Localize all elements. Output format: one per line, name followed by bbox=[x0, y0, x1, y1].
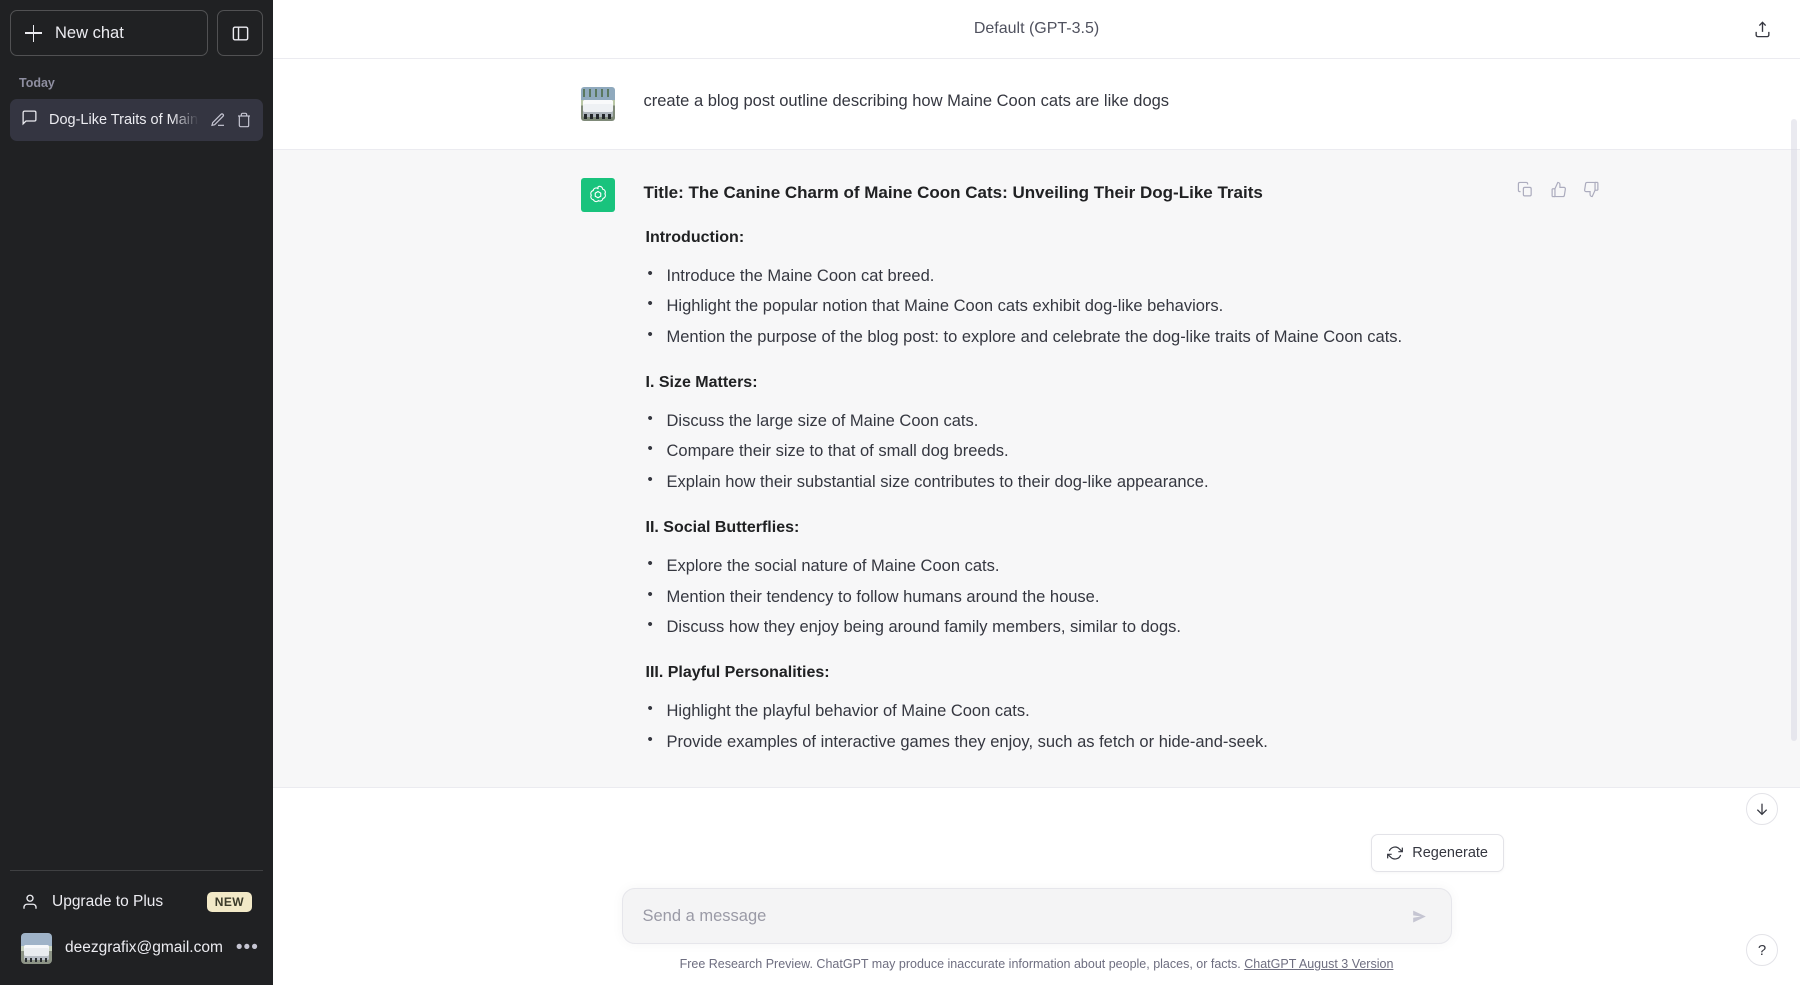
share-upload-icon bbox=[1753, 20, 1772, 39]
person-icon bbox=[21, 893, 39, 911]
assistant-bullet-list: Introduce the Maine Coon cat breed. Highl… bbox=[644, 263, 1493, 351]
sidebar-collapse-icon bbox=[231, 24, 250, 43]
assistant-bullet-item: Mention the purpose of the blog post: to… bbox=[644, 324, 1493, 351]
share-button[interactable] bbox=[1746, 13, 1778, 45]
message-body: Title: The Canine Charm of Maine Coon Ca… bbox=[644, 178, 1493, 759]
model-selector-label[interactable]: Default (GPT-3.5) bbox=[974, 20, 1099, 38]
upgrade-label: Upgrade to Plus bbox=[52, 893, 194, 911]
sidebar-top-controls: New chat bbox=[10, 10, 263, 56]
help-label: ? bbox=[1758, 942, 1766, 959]
assistant-title: Title: The Canine Charm of Maine Coon Ca… bbox=[644, 180, 1493, 206]
new-badge: NEW bbox=[207, 892, 252, 912]
disclaimer-text: Free Research Preview. ChatGPT may produ… bbox=[680, 957, 1241, 971]
assistant-bullet-item: Discuss how they enjoy being around fami… bbox=[644, 614, 1493, 641]
assistant-bullet-item: Highlight the playful behavior of Maine … bbox=[644, 698, 1493, 725]
sidebar-footer: Upgrade to Plus NEW deezgrafix@gmail.com… bbox=[10, 870, 263, 985]
message-row-user: create a blog post outline describing ho… bbox=[273, 59, 1800, 149]
message-row-assistant: Title: The Canine Charm of Maine Coon Ca… bbox=[273, 149, 1800, 788]
assistant-section-heading: II. Social Butterflies: bbox=[644, 519, 1493, 537]
chat-item-actions bbox=[210, 112, 252, 128]
top-bar: Default (GPT-3.5) bbox=[273, 0, 1800, 59]
account-row[interactable]: deezgrafix@gmail.com ••• bbox=[10, 925, 263, 971]
main-panel: Default (GPT-3.5) create a blog post out… bbox=[273, 0, 1800, 985]
avatar bbox=[581, 87, 615, 121]
upgrade-to-plus-button[interactable]: Upgrade to Plus NEW bbox=[10, 879, 263, 925]
message-inner: create a blog post outline describing ho… bbox=[581, 59, 1493, 149]
account-email: deezgrafix@gmail.com bbox=[65, 939, 223, 957]
chatgpt-logo-icon bbox=[581, 178, 615, 212]
scroll-to-bottom-button[interactable] bbox=[1746, 793, 1778, 825]
message-inner: Title: The Canine Charm of Maine Coon Ca… bbox=[581, 150, 1493, 787]
sidebar-spacer bbox=[10, 141, 263, 870]
sidebar-collapse-button[interactable] bbox=[217, 10, 263, 56]
plus-icon bbox=[25, 25, 42, 42]
arrow-down-icon bbox=[1754, 801, 1770, 817]
assistant-section-heading: Introduction: bbox=[644, 229, 1493, 247]
assistant-bullet-item: Compare their size to that of small dog … bbox=[644, 438, 1493, 465]
copy-icon[interactable] bbox=[1514, 178, 1537, 201]
assistant-bullet-item: Introduce the Maine Coon cat breed. bbox=[644, 263, 1493, 290]
new-chat-label: New chat bbox=[55, 24, 124, 43]
assistant-bullet-item: Mention their tendency to follow humans … bbox=[644, 584, 1493, 611]
footer-disclaimer: Free Research Preview. ChatGPT may produ… bbox=[273, 944, 1800, 985]
assistant-bullet-list: Highlight the playful behavior of Maine … bbox=[644, 698, 1493, 755]
regenerate-button[interactable]: Regenerate bbox=[1371, 834, 1504, 872]
refresh-icon bbox=[1387, 845, 1403, 861]
thumbs-down-icon[interactable] bbox=[1580, 178, 1603, 201]
message-body: create a blog post outline describing ho… bbox=[644, 87, 1493, 121]
message-input[interactable] bbox=[643, 889, 1405, 943]
thumbs-up-icon[interactable] bbox=[1547, 178, 1570, 201]
sidebar: New chat Today Dog-Like Traits of Main bbox=[0, 0, 273, 985]
chat-history-list: Dog-Like Traits of Main bbox=[10, 99, 263, 141]
chatgpt-app: New chat Today Dog-Like Traits of Main bbox=[0, 0, 1800, 985]
composer-wrap bbox=[273, 882, 1800, 944]
assistant-bullet-item: Highlight the popular notion that Maine … bbox=[644, 293, 1493, 320]
send-button[interactable] bbox=[1405, 901, 1435, 931]
avatar bbox=[21, 933, 52, 964]
assistant-bullet-list: Discuss the large size of Maine Coon cat… bbox=[644, 408, 1493, 496]
assistant-bullet-item: Discuss the large size of Maine Coon cat… bbox=[644, 408, 1493, 435]
new-chat-button[interactable]: New chat bbox=[10, 10, 208, 56]
assistant-bullet-item: Provide examples of interactive games th… bbox=[644, 729, 1493, 756]
scrollbar-thumb[interactable] bbox=[1791, 119, 1797, 741]
message-composer[interactable] bbox=[622, 888, 1452, 944]
assistant-bullet-item: Explain how their substantial size contr… bbox=[644, 469, 1493, 496]
composer-zone: Regenerate Free Research Preview. ChatGP… bbox=[273, 834, 1800, 985]
assistant-section-heading: I. Size Matters: bbox=[644, 374, 1493, 392]
chat-list-item-title: Dog-Like Traits of Main bbox=[49, 112, 199, 128]
assistant-bullet-item: Explore the social nature of Maine Coon … bbox=[644, 553, 1493, 580]
send-arrow-icon bbox=[1410, 907, 1429, 926]
assistant-section-heading: III. Playful Personalities: bbox=[644, 664, 1493, 682]
regenerate-label: Regenerate bbox=[1412, 845, 1488, 861]
chat-bubble-icon bbox=[21, 109, 38, 131]
version-link[interactable]: ChatGPT August 3 Version bbox=[1244, 957, 1393, 971]
help-button[interactable]: ? bbox=[1746, 934, 1778, 966]
message-actions bbox=[1514, 178, 1603, 201]
regenerate-row: Regenerate bbox=[273, 834, 1800, 882]
chat-list-item-active[interactable]: Dog-Like Traits of Main bbox=[10, 99, 263, 141]
assistant-sections: Introduction: Introduce the Maine Coon ca… bbox=[644, 229, 1493, 756]
pencil-icon[interactable] bbox=[210, 112, 226, 128]
trash-icon[interactable] bbox=[236, 112, 252, 128]
assistant-bullet-list: Explore the social nature of Maine Coon … bbox=[644, 553, 1493, 641]
user-message-text: create a blog post outline describing ho… bbox=[644, 89, 1493, 115]
sidebar-section-label: Today bbox=[10, 56, 263, 99]
